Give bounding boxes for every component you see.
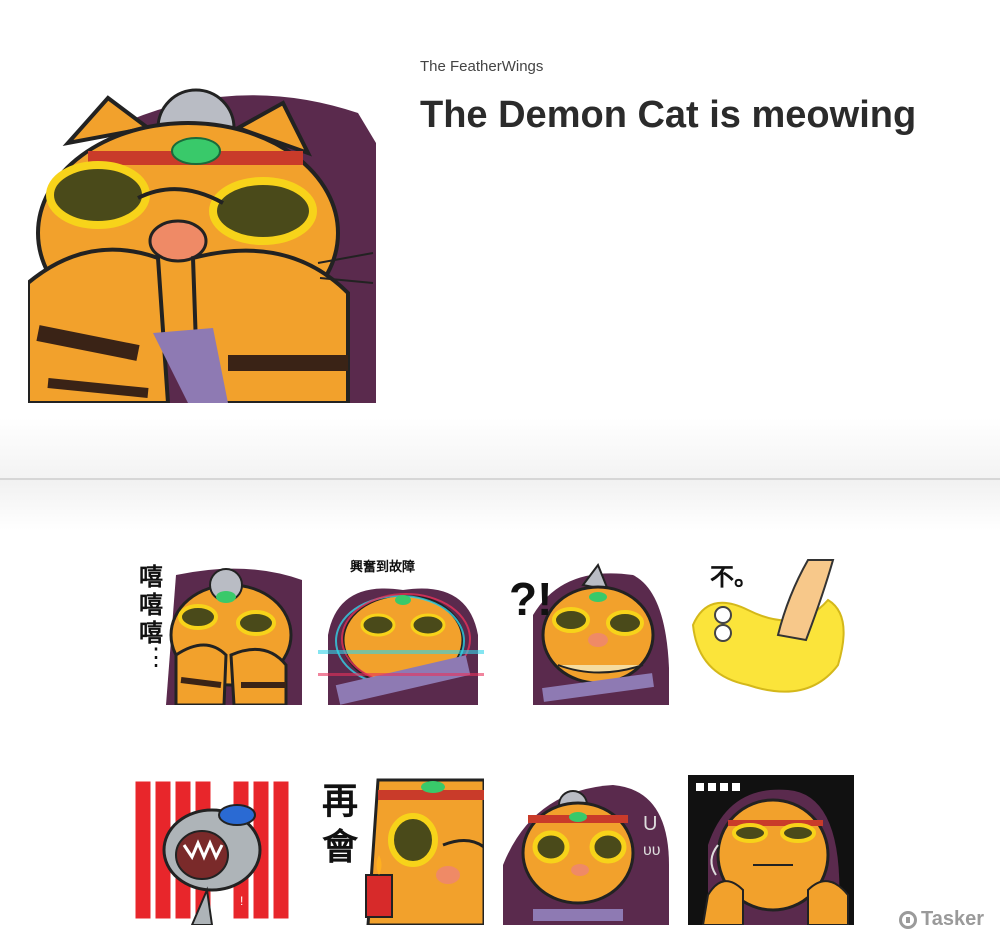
pack-info: The FeatherWings The Demon Cat is meowin…: [420, 58, 980, 141]
sticker-8[interactable]: [688, 775, 854, 925]
watermark-text: Tasker: [920, 908, 984, 930]
svg-text:會: 會: [322, 827, 359, 868]
tasker-logo-icon: [898, 910, 917, 929]
sticker-7[interactable]: U υυ: [503, 775, 669, 925]
sticker-4-caption: 不。: [710, 563, 758, 591]
sticker-3-caption: ?!: [509, 573, 552, 625]
section-shadow-lower: [0, 480, 1000, 530]
sticker-1[interactable]: 嘻 嘻 嘻 ⋮: [136, 555, 302, 705]
watermark: Tasker: [898, 908, 984, 931]
sticker-7-caption: U: [643, 813, 657, 835]
main-sticker-image[interactable]: [28, 83, 376, 403]
sticker-4[interactable]: 不。: [688, 555, 854, 705]
svg-text:⋮: ⋮: [144, 644, 168, 671]
section-shadow: [0, 418, 1000, 478]
sticker-5[interactable]: !: [132, 775, 298, 925]
pack-title: The Demon Cat is meowing: [420, 94, 917, 136]
sticker-6[interactable]: 再 會: [318, 775, 484, 925]
sticker-1-caption: 嘻: [139, 563, 163, 591]
svg-text:υυ: υυ: [643, 842, 661, 859]
author-name[interactable]: The FeatherWings: [420, 58, 980, 75]
sticker-pack-header: The FeatherWings The Demon Cat is meowin…: [0, 0, 1000, 478]
sticker-2-caption: 興奮到故障: [350, 559, 415, 575]
svg-text:嘻: 嘻: [139, 619, 163, 647]
sticker-3[interactable]: ?!: [503, 555, 669, 705]
sticker-5-caption: !: [240, 894, 243, 908]
sticker-6-caption: 再: [322, 781, 358, 822]
svg-text:嘻: 嘻: [139, 591, 163, 619]
sticker-2[interactable]: 興奮到故障: [318, 555, 484, 705]
